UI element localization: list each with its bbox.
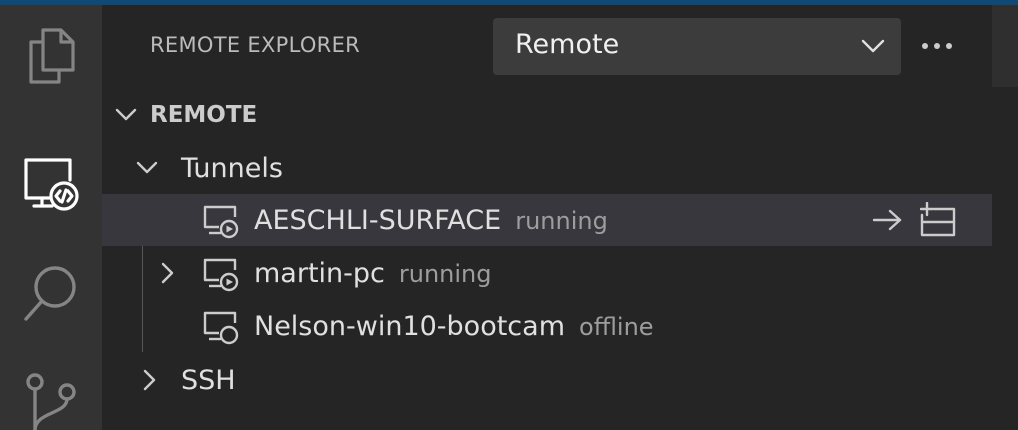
tunnel-row-text: Nelson-win10-bootcam offline (254, 311, 654, 342)
search-icon (24, 266, 76, 321)
tunnel-row-text: AESCHLI-SURFACE running (254, 205, 608, 236)
chevron-right-icon (136, 354, 164, 406)
chevron-down-icon (112, 89, 140, 141)
chevron-right-icon (154, 247, 182, 299)
chevron-down-icon (133, 142, 161, 194)
tunnel-offline-icon (201, 309, 241, 349)
activity-search[interactable] (0, 251, 102, 337)
source-control-icon (26, 373, 76, 430)
files-icon (29, 28, 75, 84)
tunnel-status: running (515, 207, 608, 235)
activity-source-control[interactable] (0, 365, 102, 430)
remote-explorer-icon (24, 158, 79, 211)
vscode-window: REMOTE EXPLORER Remote REMOTE Tunnels AE… (0, 0, 1018, 430)
new-window-icon (920, 202, 956, 237)
activity-remote-explorer[interactable] (0, 139, 102, 225)
activity-explorer[interactable] (0, 13, 102, 99)
tunnel-name: Nelson-win10-bootcam (254, 311, 566, 342)
more-actions-button[interactable] (917, 29, 957, 63)
scrollbar-thumb[interactable] (992, 5, 1018, 87)
tree-item-ssh[interactable]: SSH (102, 354, 992, 406)
dropdown-selected-value: Remote (515, 29, 620, 60)
remote-type-dropdown[interactable]: Remote (493, 18, 901, 75)
tunnel-name: AESCHLI-SURFACE (254, 205, 502, 236)
tunnel-item-aeschli-surface[interactable]: AESCHLI-SURFACE running (102, 194, 992, 246)
section-header-remote[interactable]: REMOTE (102, 89, 992, 141)
tunnel-status: offline (579, 313, 654, 341)
tunnel-name: martin-pc (254, 258, 385, 289)
sidebar-title: REMOTE EXPLORER (150, 33, 361, 57)
tunnel-running-icon (201, 203, 241, 243)
activity-bar (0, 5, 102, 430)
tunnel-running-icon (201, 256, 241, 296)
tree-item-tunnels[interactable]: Tunnels (102, 142, 992, 194)
tree-item-label: Tunnels (181, 153, 283, 184)
connect-in-current-window-button[interactable] (870, 203, 906, 237)
section-label: REMOTE (150, 102, 258, 128)
tree-item-label: SSH (181, 365, 236, 396)
ellipsis-icon (922, 43, 952, 49)
remote-explorer-sidebar: REMOTE EXPLORER Remote REMOTE Tunnels AE… (102, 5, 992, 430)
tunnel-row-text: martin-pc running (254, 258, 492, 289)
chevron-down-icon (861, 35, 885, 61)
tunnel-item-martin-pc[interactable]: martin-pc running (102, 247, 992, 299)
connect-in-new-window-button[interactable] (920, 202, 956, 237)
connect-arrow-icon (872, 209, 902, 231)
tunnel-status: running (398, 260, 492, 288)
tunnel-item-nelson-win10-bootcam[interactable]: Nelson-win10-bootcam offline (102, 300, 992, 352)
